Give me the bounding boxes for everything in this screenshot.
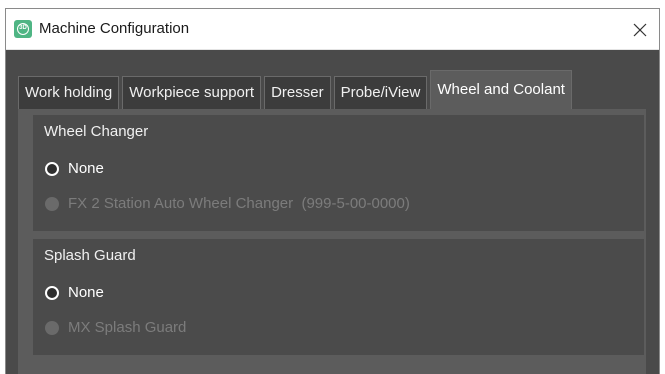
option-label: FX 2 Station Auto Wheel Changer (999-5-0… bbox=[68, 195, 410, 212]
tab-wheel-and-coolant[interactable]: Wheel and Coolant bbox=[430, 70, 572, 109]
group-title: Splash Guard bbox=[44, 247, 136, 264]
radio-button[interactable] bbox=[45, 161, 59, 176]
radio-button bbox=[45, 196, 59, 211]
splash-guard-group: Splash Guard None MX Splash Guard bbox=[33, 239, 644, 355]
title-bar: 3D Machine Configuration bbox=[6, 9, 659, 50]
option-label: MX Splash Guard bbox=[68, 319, 187, 336]
wheel-changer-none-option[interactable]: None bbox=[45, 160, 104, 177]
tab-workpiece-support[interactable]: Workpiece support bbox=[122, 76, 262, 109]
radio-button bbox=[45, 320, 59, 335]
tab-work-holding[interactable]: Work holding bbox=[18, 76, 120, 109]
window-title: Machine Configuration bbox=[39, 20, 190, 37]
option-label: None bbox=[68, 284, 104, 301]
wheel-changer-group: Wheel Changer None FX 2 Station Auto Whe… bbox=[33, 115, 644, 231]
wheel-and-coolant-panel: Wheel Changer None FX 2 Station Auto Whe… bbox=[18, 109, 646, 374]
tab-probe-iview[interactable]: Probe/iView bbox=[333, 76, 428, 109]
close-button[interactable] bbox=[625, 15, 655, 45]
wheel-changer-fx2-option: FX 2 Station Auto Wheel Changer (999-5-0… bbox=[45, 195, 410, 212]
option-label: None bbox=[68, 160, 104, 177]
radio-button[interactable] bbox=[45, 285, 59, 300]
group-title: Wheel Changer bbox=[44, 123, 149, 140]
tab-bar: Work holding Workpiece support Dresser P… bbox=[18, 67, 572, 109]
app-logo-icon: 3D bbox=[14, 20, 32, 38]
close-icon bbox=[633, 23, 647, 37]
tab-dresser[interactable]: Dresser bbox=[264, 76, 331, 109]
machine-configuration-window: 3D Machine Configuration Work holding Wo… bbox=[5, 8, 660, 374]
splash-guard-none-option[interactable]: None bbox=[45, 284, 104, 301]
splash-guard-mx-option: MX Splash Guard bbox=[45, 319, 186, 336]
